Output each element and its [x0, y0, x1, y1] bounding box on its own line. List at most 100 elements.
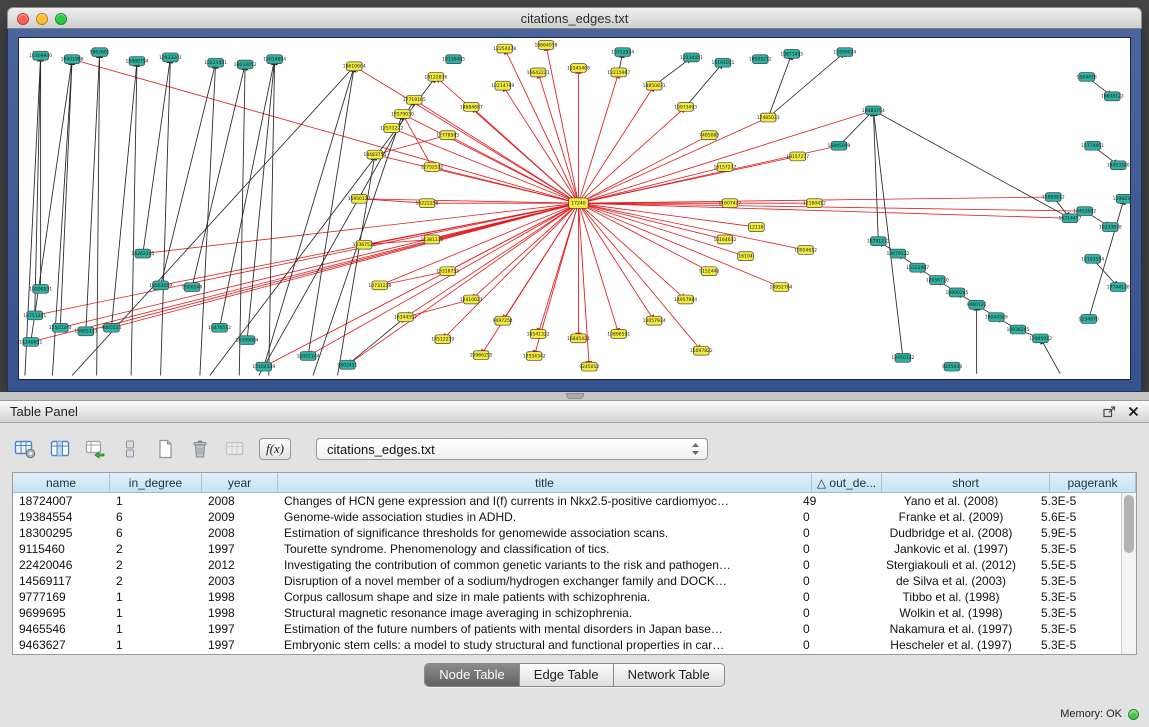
table-mode-icon[interactable] — [12, 437, 38, 461]
graph-node[interactable]: 18990245 — [945, 288, 968, 297]
graph-node[interactable]: 18664058 — [535, 41, 558, 50]
graph-node[interactable]: 9065511 — [101, 323, 121, 332]
rows-icon[interactable] — [117, 437, 143, 461]
graph-node[interactable]: 19483754 — [862, 106, 885, 115]
graph-node[interactable]: 10954612 — [794, 246, 817, 255]
graph-node[interactable]: 12945012 — [1029, 334, 1052, 343]
column-header-name[interactable]: name — [13, 473, 110, 492]
graph-node[interactable]: 10164612 — [713, 235, 736, 244]
graph-node[interactable]: 14751201 — [23, 311, 46, 320]
graph-node[interactable]: 12022144 — [297, 352, 320, 361]
delete-column-icon[interactable] — [187, 437, 213, 461]
column-header-year[interactable]: year — [202, 473, 278, 492]
graph-node[interactable]: 17240 — [569, 198, 589, 209]
graph-node[interactable]: 9497254 — [493, 316, 513, 325]
graph-node[interactable]: 11545408 — [567, 64, 590, 73]
function-builder-button[interactable]: f(x) — [259, 438, 291, 460]
graph-node[interactable]: 16642221 — [527, 68, 550, 77]
graph-node[interactable]: 9245033 — [942, 362, 962, 371]
table-row[interactable]: 1872400712008Changes of HCN gene express… — [13, 493, 1121, 509]
graph-node[interactable]: 10401988 — [61, 55, 84, 64]
graph-node[interactable]: 12214789 — [491, 81, 514, 90]
graph-node[interactable]: 16191021 — [711, 58, 734, 67]
graph-node[interactable]: 9506544 — [182, 283, 202, 292]
graph-node[interactable]: 12234451 — [680, 53, 703, 62]
graph-node[interactable]: 12778585 — [436, 131, 459, 140]
graph-node[interactable]: 15488754 — [126, 57, 149, 66]
graph-node[interactable]: 18453390 — [1107, 161, 1130, 170]
graph-node[interactable]: 12367524 — [353, 240, 376, 249]
minimize-button[interactable] — [36, 13, 48, 25]
graph-node[interactable]: 10399004 — [236, 336, 259, 345]
tab-network-table[interactable]: Network Table — [613, 664, 724, 686]
graph-node[interactable]: 14505212 — [749, 55, 772, 64]
graph-node[interactable]: 12254478 — [493, 44, 516, 53]
table-vertical-scrollbar[interactable] — [1121, 493, 1136, 654]
graph-node[interactable]: 16262205 — [131, 249, 154, 258]
graph-node[interactable]: 16698122 — [1101, 92, 1124, 101]
graph-node[interactable]: 16104 — [738, 252, 754, 261]
close-panel-icon[interactable] — [1128, 406, 1139, 417]
graph-node[interactable]: 16157277 — [713, 163, 736, 172]
graph-node[interactable]: 10233878 — [1099, 223, 1122, 232]
graph-node[interactable]: 18033052 — [234, 60, 257, 69]
graph-node[interactable]: 15322987 — [906, 263, 929, 272]
graph-node[interactable]: 9234870 — [1079, 315, 1099, 324]
window-titlebar[interactable]: citations_edges.txt — [7, 7, 1142, 29]
new-column-icon[interactable] — [152, 437, 178, 461]
graph-node[interactable]: 16791233 — [867, 237, 890, 246]
graph-node[interactable]: 18563059 — [149, 281, 172, 290]
graph-node[interactable]: 10896591 — [607, 330, 630, 339]
graph-node[interactable]: 17579030 — [391, 110, 414, 119]
graph-node[interactable]: 9152446 — [699, 267, 719, 276]
table-row[interactable]: 1456911722003Disruption of a novel membe… — [13, 573, 1121, 589]
table-row[interactable]: 969969511998Structural magnetic resonanc… — [13, 605, 1121, 621]
graph-node[interactable]: 15104339 — [252, 362, 275, 371]
close-button[interactable] — [17, 13, 29, 25]
graph-node[interactable]: 17554342 — [523, 352, 546, 361]
table-row[interactable]: 1830029562008Estimation of significance … — [13, 525, 1121, 541]
table-row[interactable]: 2242004622012Investigating the contribut… — [13, 557, 1121, 573]
graph-node[interactable]: 9460122 — [967, 300, 987, 309]
graph-node[interactable]: 16309940 — [29, 51, 52, 60]
graph-node[interactable]: 9245012 — [579, 362, 599, 371]
table-row[interactable]: 911546021997Tourette syndrome. Phenomeno… — [13, 541, 1121, 557]
graph-node[interactable]: 15982341 — [1113, 194, 1130, 203]
graph-node[interactable]: 14952784 — [770, 283, 793, 292]
graph-node[interactable]: 9802411 — [337, 360, 357, 369]
panel-splitter[interactable] — [0, 392, 1149, 400]
graph-node[interactable]: 18122876 — [424, 72, 447, 81]
graph-node[interactable]: 18130485 — [442, 55, 465, 64]
graph-node[interactable]: 16476512 — [208, 323, 231, 332]
column-header-pagerank[interactable]: pagerank — [1050, 473, 1136, 492]
graph-node[interactable]: 14453012 — [1073, 207, 1096, 216]
graph-node[interactable]: 16044589 — [985, 313, 1008, 322]
graph-node[interactable]: 7485083 — [699, 131, 719, 140]
graph-node[interactable]: 12774451 — [1081, 141, 1104, 150]
graph-node[interactable]: 18610604 — [343, 62, 366, 71]
graph-node[interactable]: 14512219 — [431, 335, 454, 344]
table-row[interactable]: 1938455462009Genome-wide association stu… — [13, 509, 1121, 525]
graph-node[interactable]: 15318755 — [436, 267, 459, 276]
graph-node[interactable]: 12116 — [749, 223, 765, 232]
graph-node[interactable]: 12933201 — [159, 53, 182, 62]
table-row[interactable]: 946362711997Embryonic stem cells: a mode… — [13, 637, 1121, 653]
graph-node[interactable]: 17719165 — [403, 95, 426, 104]
column-header-out_de[interactable]: △ out_de... — [812, 473, 882, 492]
graph-node[interactable]: 15905133 — [74, 327, 97, 336]
graph-node[interactable]: 11607427 — [718, 199, 741, 208]
graph-node[interactable]: 10221451 — [204, 58, 227, 67]
graph-node[interactable]: 14684687 — [460, 102, 483, 111]
table-dropdown[interactable]: citations_edges.txt — [316, 438, 708, 460]
graph-node[interactable]: 12456710 — [926, 276, 949, 285]
network-graph[interactable]: 1724011545408122159871485083110973493748… — [19, 38, 1130, 379]
graph-node[interactable]: 16845421 — [567, 334, 590, 343]
graph-node[interactable]: 12057924 — [643, 316, 666, 325]
column-header-in_degree[interactable]: in_degree — [110, 473, 202, 492]
float-panel-icon[interactable] — [1103, 406, 1116, 418]
tab-edge-table[interactable]: Edge Table — [519, 664, 613, 686]
graph-node[interactable]: 14957984 — [674, 295, 697, 304]
graph-node[interactable]: 18483755 — [363, 150, 386, 159]
network-canvas[interactable]: 1724011545408122159871485083110973493748… — [18, 37, 1131, 380]
graph-node[interactable]: 15722974 — [611, 48, 634, 57]
